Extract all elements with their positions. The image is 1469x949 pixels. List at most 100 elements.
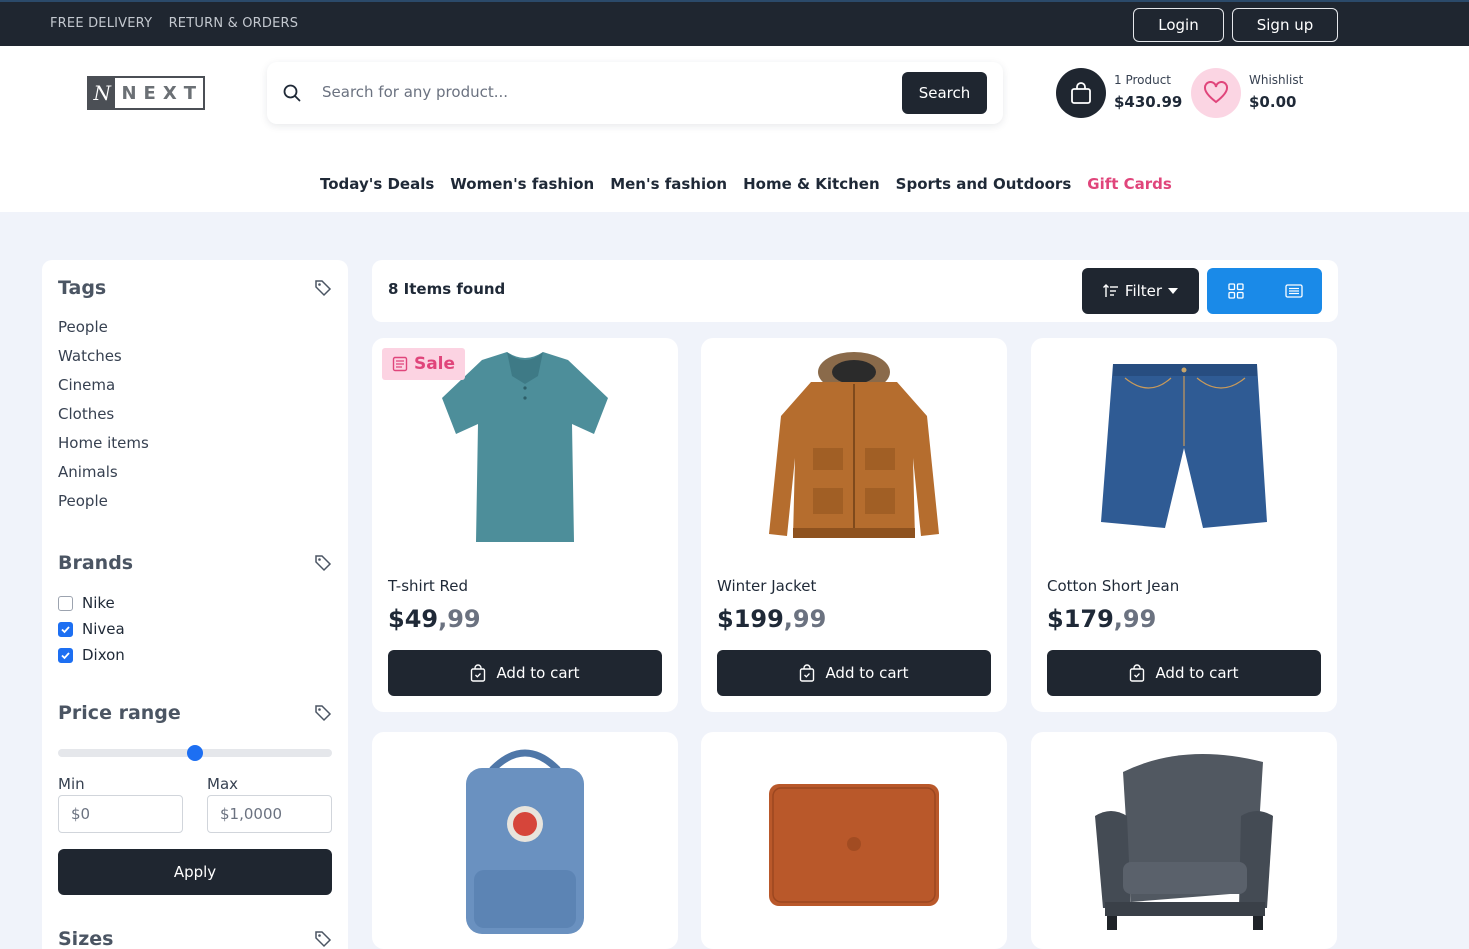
product-price: $199,99 [717,605,826,633]
signup-button[interactable]: Sign up [1232,8,1338,42]
product-card[interactable] [1031,732,1337,949]
brand-label: Nike [82,594,115,612]
product-price: $179,99 [1047,605,1156,633]
filter-button[interactable]: Filter [1082,268,1199,314]
min-price-input[interactable]: $0 [58,795,183,833]
tag-item[interactable]: Clothes [58,405,149,434]
price-range-title: Price range [58,702,181,724]
apply-button[interactable]: Apply [58,849,332,895]
tags-title: Tags [58,277,107,299]
grid-icon [1227,283,1244,299]
checkbox-checked[interactable] [58,647,73,663]
nav-womens-fashion[interactable]: Women's fashion [450,175,594,193]
price-cents: ,99 [1113,605,1157,633]
nav-sports-outdoors[interactable]: Sports and Outdoors [896,175,1072,193]
brand-dixon-checkbox[interactable]: Dixon [58,646,125,664]
tag-item[interactable]: Cinema [58,376,149,405]
product-name[interactable]: Winter Jacket [717,577,816,595]
brand-label: Nivea [82,620,125,638]
wishlist-total: $0.00 [1249,93,1297,111]
add-to-cart-button[interactable]: Add to cart [388,650,662,696]
wishlist-label: Whishlist [1249,73,1304,87]
checkmark-icon [61,625,70,633]
main-nav: Today's Deals Women's fashion Men's fash… [320,175,1172,193]
add-to-cart-label: Add to cart [1155,664,1239,682]
shopping-bag-icon [800,664,815,682]
product-name[interactable]: Cotton Short Jean [1047,577,1179,595]
laptop-sleeve-image [769,784,939,906]
jacket-image [769,352,939,538]
search-icon [283,84,301,102]
product-price: $49,99 [388,605,481,633]
list-view-button[interactable] [1265,268,1322,314]
product-name[interactable]: T-shirt Red [388,577,468,595]
logo-mark: N [89,78,116,108]
results-toolbar: 8 Items found Filter [372,260,1338,322]
brands-title: Brands [58,552,134,574]
tag-item[interactable]: Animals [58,463,149,492]
search-button[interactable]: Search [902,72,987,114]
tag-item[interactable]: People [58,318,149,347]
brand-label: Dixon [82,646,125,664]
filter-label: Filter [1124,282,1163,300]
tag-icon [315,931,332,948]
tag-item[interactable]: Home items [58,434,149,463]
price-slider-thumb[interactable] [187,745,203,761]
tags-list: People Watches Cinema Clothes Home items… [58,318,149,521]
tag-item[interactable]: People [58,492,149,521]
grid-view-button[interactable] [1207,268,1264,314]
product-card[interactable]: Winter Jacket $199,99 Add to cart [701,338,1007,712]
return-orders-link[interactable]: RETURN & ORDERS [169,16,299,31]
filter-sidebar: Tags People Watches Cinema Clothes Home … [42,260,348,949]
add-to-cart-button[interactable]: Add to cart [1047,650,1321,696]
free-delivery-link[interactable]: FREE DELIVERY [50,16,152,31]
search-input[interactable]: Search for any product... [322,83,508,101]
header: N NEXT Search for any product... Search … [0,46,1469,212]
add-to-cart-button[interactable]: Add to cart [717,650,991,696]
list-icon [1284,284,1303,298]
jeans-image [1101,364,1267,528]
login-button[interactable]: Login [1133,8,1224,42]
product-card[interactable]: Sale T-shirt Red $49,99 Add to cart [372,338,678,712]
sort-icon [1102,284,1118,297]
product-card[interactable] [372,732,678,949]
brand-nike-checkbox[interactable]: Nike [58,594,115,612]
checkbox[interactable] [58,595,73,611]
top-bar: FREE DELIVERY RETURN & ORDERS Login Sign… [0,0,1469,46]
cart-button[interactable] [1056,68,1106,118]
product-card[interactable] [701,732,1007,949]
checkbox-checked[interactable] [58,621,73,637]
max-price-input[interactable]: $1,0000 [207,795,332,833]
sale-badge: Sale [382,348,465,380]
price-cents: ,99 [438,605,481,633]
checkmark-icon [61,651,70,659]
nav-todays-deals[interactable]: Today's Deals [320,175,434,193]
add-to-cart-label: Add to cart [825,664,909,682]
heart-icon [1204,81,1228,104]
view-toggle [1207,268,1322,314]
shopping-bag-icon [1130,664,1145,682]
backpack-image [466,749,584,934]
logo[interactable]: N NEXT [87,76,205,110]
min-label: Min [58,775,85,793]
price-cents: ,99 [783,605,827,633]
nav-home-kitchen[interactable]: Home & Kitchen [743,175,880,193]
shopping-bag-icon [1071,82,1091,104]
shopping-bag-icon [471,664,486,682]
sale-label: Sale [413,354,456,374]
brand-nivea-checkbox[interactable]: Nivea [58,620,125,638]
nav-mens-fashion[interactable]: Men's fashion [610,175,727,193]
product-card[interactable]: Cotton Short Jean $179,99 Add to cart [1031,338,1337,712]
sizes-title: Sizes [58,928,114,949]
items-found: 8 Items found [388,280,506,298]
tag-icon [315,555,332,572]
nav-gift-cards[interactable]: Gift Cards [1087,175,1172,193]
wishlist-button[interactable] [1191,68,1241,118]
caret-down-icon [1168,288,1179,294]
tag-item[interactable]: Watches [58,347,149,376]
logo-text: NEXT [121,82,203,104]
cart-total: $430.99 [1114,93,1183,111]
tag-icon [315,705,332,722]
add-to-cart-label: Add to cart [496,664,580,682]
max-label: Max [207,775,239,793]
